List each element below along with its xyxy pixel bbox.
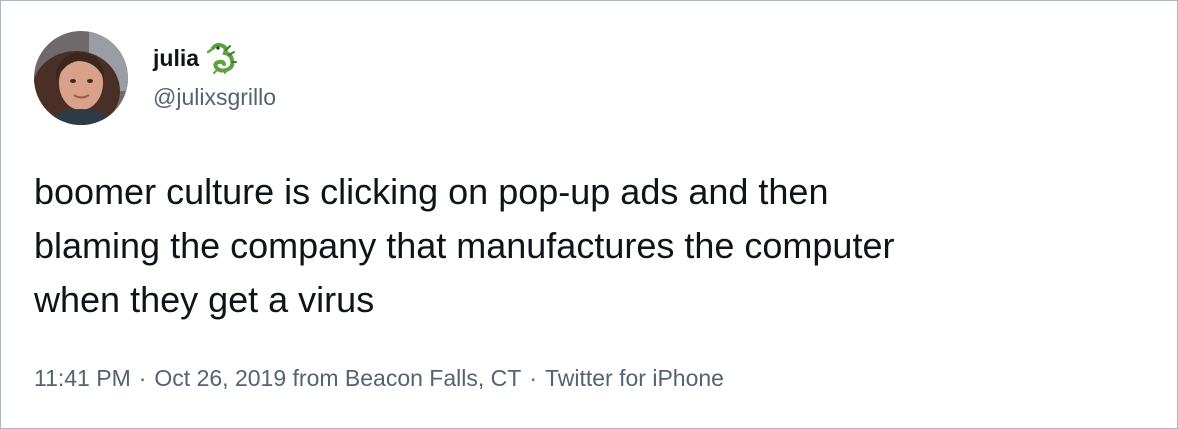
name-row: julia	[153, 41, 238, 75]
location-prefix: from	[292, 365, 339, 391]
tweet-text-line: blaming the company that manufactures th…	[34, 225, 895, 266]
tweet-location[interactable]: Beacon Falls, CT	[345, 365, 521, 391]
tweet-metadata: 11:41 PM · Oct 26, 2019 from Beacon Falls,…	[34, 365, 724, 392]
tweet-text: boomer culture is clicking on pop-up ads…	[34, 165, 1154, 327]
dragon-icon	[206, 42, 238, 74]
separator: ·	[138, 365, 147, 391]
display-name[interactable]: julia	[153, 45, 199, 72]
avatar[interactable]	[34, 31, 128, 125]
user-handle[interactable]: @julixsgrillo	[153, 84, 276, 111]
tweet-source[interactable]: Twitter for iPhone	[545, 365, 724, 391]
tweet-date[interactable]: Oct 26, 2019	[154, 365, 286, 391]
tweet-card: julia @julixsgrillo boomer culture is cl…	[0, 0, 1178, 429]
tweet-time[interactable]: 11:41 PM	[34, 365, 131, 391]
tweet-text-line: when they get a virus	[34, 279, 375, 320]
separator: ·	[529, 365, 537, 391]
tweet-text-line: boomer culture is clicking on pop-up ads…	[34, 171, 829, 212]
